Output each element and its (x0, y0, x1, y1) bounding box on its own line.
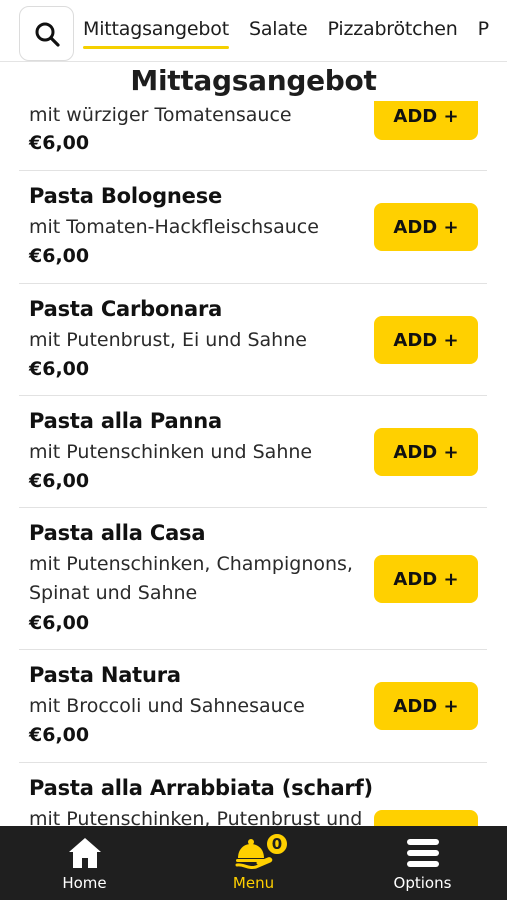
menu-item: Pasta alla Casa mit Putenschinken, Champ… (19, 508, 487, 650)
add-button[interactable]: ADD + (374, 203, 478, 251)
add-button[interactable]: ADD + (374, 555, 478, 603)
item-description: mit Putenschinken und Sahne (29, 441, 313, 463)
tab-partial[interactable]: P (478, 13, 489, 49)
category-tab-bar: Mittagsangebot Salate Pizzabrötchen P (0, 0, 507, 62)
item-description: mit würziger Tomatensauce (29, 104, 292, 126)
tab-pizzabroetchen[interactable]: Pizzabrötchen (328, 13, 458, 49)
item-description: mit Putenschinken, Putenbrust und (29, 808, 363, 826)
nav-menu[interactable]: Menu 0 (169, 826, 338, 900)
item-name: Pasta Bolognese (29, 184, 223, 208)
item-name: Pasta alla Arrabbiata (scharf) (29, 776, 373, 800)
item-price: €6,00 (29, 358, 90, 380)
item-name: Pasta alla Panna (29, 409, 222, 433)
item-description: mit Tomaten-Hackfleischsauce (29, 216, 319, 238)
search-icon (35, 22, 60, 47)
add-button[interactable]: ADD + (374, 316, 478, 364)
nav-home[interactable]: Home (0, 826, 169, 900)
add-button[interactable]: ADD + (374, 428, 478, 476)
item-price: €6,00 (29, 470, 90, 492)
nav-options-label: Options (393, 874, 452, 892)
item-name: Pasta alla Casa (29, 521, 206, 545)
item-name: Pasta Carbonara (29, 297, 223, 321)
item-price: €6,00 (29, 132, 90, 154)
item-description: mit Broccoli und Sahnesauce (29, 695, 305, 717)
item-description: mit Putenbrust, Ei und Sahne (29, 329, 307, 351)
cart-count-badge: 0 (265, 832, 289, 856)
menu-item: Pasta Carbonara mit Putenbrust, Ei und S… (19, 284, 487, 396)
nav-menu-label: Menu (232, 874, 275, 892)
menu-item: Pasta Natura mit Broccoli und Sahnesauce… (19, 650, 487, 763)
section-title: Mittagsangebot (0, 63, 507, 101)
item-price: €6,00 (29, 612, 90, 634)
add-button[interactable]: ADD + (374, 682, 478, 730)
tab-mittagsangebot[interactable]: Mittagsangebot (83, 13, 229, 49)
menu-item: Pasta alla Panna mit Putenschinken und S… (19, 396, 487, 508)
nav-home-label: Home (62, 874, 107, 892)
home-icon (68, 838, 101, 868)
search-button[interactable] (19, 6, 74, 61)
item-description: mit Putenschinken, Champignons, Spinat u… (29, 553, 353, 604)
bottom-navigation: Home Menu 0 Options (0, 826, 507, 900)
menu-item: Pasta Bolognese mit Tomaten-Hackfleischs… (19, 171, 487, 284)
category-tabs: Mittagsangebot Salate Pizzabrötchen P (83, 0, 507, 61)
add-button[interactable]: ADD + (374, 810, 478, 826)
item-name: Pasta Natura (29, 663, 181, 687)
menu-item: Pasta alla Arrabbiata (scharf) mit Puten… (19, 763, 487, 826)
menu-lines-icon (406, 839, 439, 867)
menu-list: mit würziger Tomatensauce €6,00 ADD + Pa… (0, 60, 507, 826)
tab-salate[interactable]: Salate (249, 13, 308, 49)
item-price: €6,00 (29, 724, 90, 746)
item-price: €6,00 (29, 245, 90, 267)
nav-options[interactable]: Options (338, 826, 507, 900)
